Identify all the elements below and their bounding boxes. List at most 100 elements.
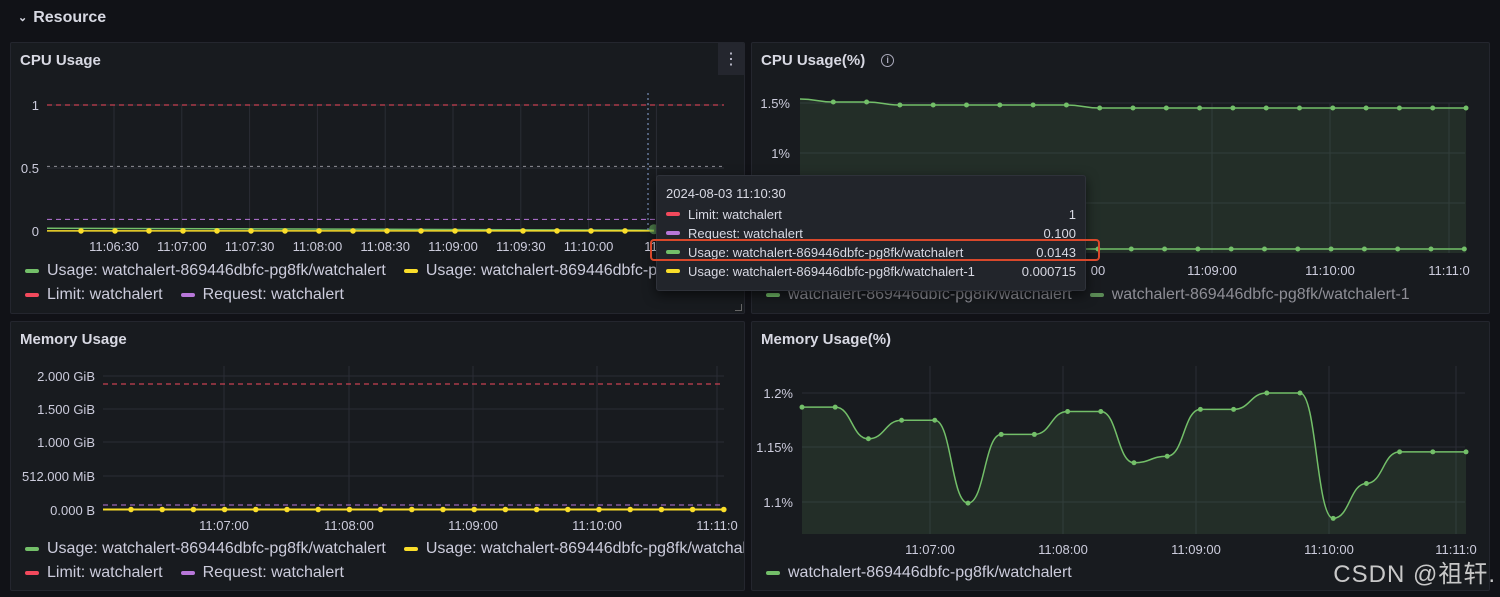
data-point bbox=[1130, 105, 1136, 111]
y-tick-label: 0.5 bbox=[21, 161, 39, 176]
legend-row-1: watchalert-869446dbfc-pg8fk/watchalert bbox=[766, 564, 1072, 582]
data-point bbox=[899, 417, 905, 423]
legend-item[interactable]: Request: watchalert bbox=[180, 564, 344, 582]
data-point bbox=[596, 506, 602, 513]
data-point bbox=[622, 228, 628, 234]
legend-label: Usage: watchalert-869446dbfc-pg8fk/watch… bbox=[425, 540, 745, 557]
data-point bbox=[1065, 409, 1071, 415]
x-tick-label: 11:09:00 bbox=[1187, 263, 1237, 278]
data-point bbox=[282, 228, 288, 234]
x-tick-label: 11:10:00 bbox=[1305, 263, 1355, 278]
y-tick-label: 1% bbox=[771, 146, 790, 161]
data-point bbox=[384, 228, 390, 234]
legend-swatch bbox=[766, 571, 780, 575]
panel-memory-usage-percent[interactable]: Memory Usage(%) 1.2% 1.15% 1.1% 11:07:00 11:… bbox=[751, 321, 1490, 591]
data-point bbox=[350, 228, 356, 234]
data-point bbox=[1162, 246, 1168, 252]
legend-item[interactable]: watchalert-869446dbfc-pg8fk/watchalert-1 bbox=[1089, 286, 1410, 304]
resize-handle[interactable] bbox=[735, 304, 742, 311]
data-point bbox=[1264, 390, 1270, 396]
y-tick-label: 1.000 GiB bbox=[37, 435, 95, 450]
legend-row-2: Limit: watchalert Request: watchalert bbox=[25, 286, 344, 304]
x-tick-label: 11:07:00 bbox=[199, 518, 249, 533]
y-tick-label: 1.1% bbox=[763, 495, 793, 510]
chart-tooltip: 2024-08-03 11:10:30 Limit: watchalert 1 R… bbox=[656, 175, 1086, 291]
data-point bbox=[1297, 105, 1302, 111]
data-point bbox=[221, 506, 228, 513]
legend-item[interactable]: Request: watchalert bbox=[180, 286, 344, 304]
x-tick-label: 11:09:30 bbox=[496, 239, 546, 254]
legend-swatch bbox=[666, 212, 680, 216]
legend-swatch bbox=[25, 293, 39, 297]
data-point bbox=[997, 102, 1003, 108]
y-tick-label: 512.000 MiB bbox=[22, 469, 95, 484]
legend-label: Usage: watchalert-869446dbfc-pg8fk/watch… bbox=[47, 262, 386, 279]
x-tick-label: 11:09:00 bbox=[428, 239, 478, 254]
data-point bbox=[128, 506, 134, 513]
row-title: Resource bbox=[33, 9, 107, 26]
data-point bbox=[1263, 105, 1269, 111]
data-point bbox=[1195, 246, 1201, 252]
data-point bbox=[1231, 406, 1237, 412]
legend-swatch bbox=[25, 571, 39, 575]
panel-cpu-usage[interactable]: CPU Usage ⋮ 1 0.5 0 11:06:30 11:07:00 11:07:3… bbox=[10, 42, 745, 314]
data-point bbox=[1228, 246, 1234, 252]
data-point bbox=[1163, 105, 1169, 111]
legend-label: Request: watchalert bbox=[202, 286, 344, 303]
tooltip-value: 0.000715 bbox=[1021, 263, 1076, 279]
data-point bbox=[1297, 390, 1303, 396]
legend-swatch bbox=[666, 231, 680, 235]
legend-swatch bbox=[180, 293, 195, 297]
legend-item[interactable]: Usage: watchalert-869446dbfc-pg8fk/watch… bbox=[25, 540, 386, 558]
x-tick-label: 11:07:30 bbox=[225, 239, 275, 254]
x-tick-label: 11:08:30 bbox=[360, 239, 410, 254]
data-point bbox=[502, 506, 509, 513]
x-tick-label: 11:06:30 bbox=[89, 239, 139, 254]
legend-item[interactable]: Usage: watchalert-869446dbfc-pg8fk/watch… bbox=[403, 540, 745, 558]
data-point bbox=[1131, 460, 1137, 466]
x-tick-label: 11:11:0 bbox=[696, 518, 737, 533]
legend-swatch bbox=[403, 547, 418, 551]
data-point bbox=[658, 506, 665, 513]
data-point bbox=[1197, 406, 1203, 412]
data-point bbox=[486, 228, 492, 234]
data-point bbox=[1097, 105, 1103, 111]
legend-row-2: Limit: watchalert Request: watchalert bbox=[25, 564, 344, 582]
data-point bbox=[1030, 102, 1036, 108]
data-point bbox=[180, 228, 186, 234]
legend-item[interactable]: Usage: watchalert-869446dbfc-pg8fk/watch… bbox=[25, 262, 386, 280]
tooltip-time: 2024-08-03 11:10:30 bbox=[666, 186, 786, 201]
data-point bbox=[1063, 102, 1069, 108]
y-tick-label: 0.000 B bbox=[50, 503, 95, 518]
legend-swatch bbox=[666, 269, 680, 273]
data-point bbox=[315, 506, 322, 513]
legend-item[interactable]: Limit: watchalert bbox=[25, 564, 163, 582]
memory-usage-percent-chart[interactable]: 1.2%1.15%1.1%11:07:00 11:08:00 11:09:00 11:… bbox=[752, 322, 1489, 590]
legend-label: Limit: watchalert bbox=[47, 286, 163, 303]
legend-swatch bbox=[180, 571, 195, 575]
data-point bbox=[78, 228, 84, 234]
data-point bbox=[1328, 246, 1334, 252]
data-point bbox=[440, 506, 446, 513]
data-point bbox=[1363, 480, 1369, 486]
legend-label: Request: watchalert bbox=[202, 564, 344, 581]
data-point bbox=[418, 228, 424, 234]
data-point bbox=[1330, 105, 1336, 111]
y-tick-label: 1.500 GiB bbox=[37, 402, 95, 417]
data-point bbox=[346, 506, 353, 513]
data-point bbox=[930, 102, 936, 108]
tooltip-value: 1 bbox=[1068, 206, 1076, 222]
legend-item[interactable]: watchalert-869446dbfc-pg8fk/watchalert bbox=[766, 564, 1072, 582]
data-point bbox=[190, 506, 197, 513]
legend-label: watchalert-869446dbfc-pg8fk/watchalert bbox=[788, 564, 1072, 581]
legend-swatch bbox=[766, 293, 780, 297]
chevron-down-icon: ⌄ bbox=[18, 11, 28, 24]
row-header-resource[interactable]: ⌄ Resource bbox=[18, 6, 106, 30]
panel-memory-usage[interactable]: Memory Usage 2.000 GiB 1.500 GiB 1.000 GiB… bbox=[10, 321, 745, 591]
data-point bbox=[1128, 246, 1134, 252]
legend-item[interactable]: Limit: watchalert bbox=[25, 286, 163, 304]
data-point bbox=[214, 228, 220, 234]
legend-label: watchalert-869446dbfc-pg8fk/watchalert-1 bbox=[1111, 286, 1410, 303]
data-point bbox=[1395, 246, 1401, 252]
data-point bbox=[932, 417, 938, 423]
